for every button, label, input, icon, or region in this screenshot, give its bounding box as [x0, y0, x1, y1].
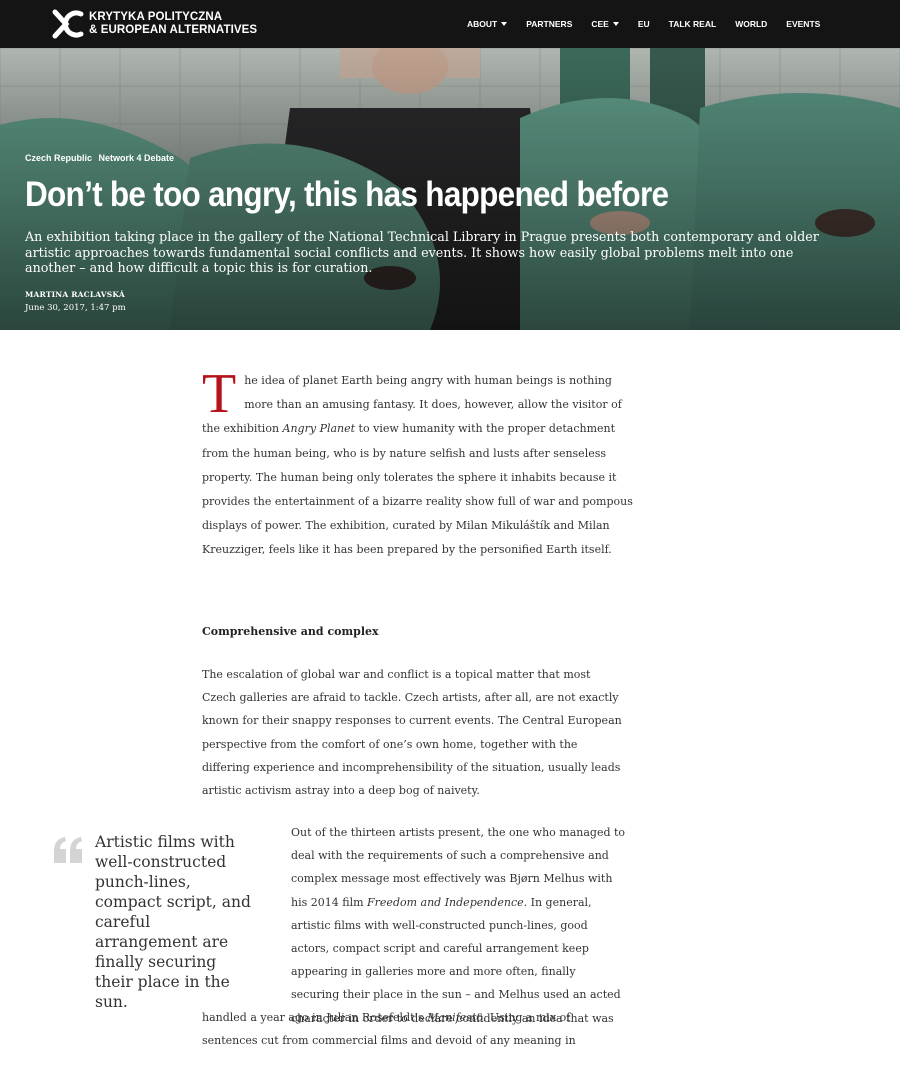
pull-quote: Artistic films with well-constructed pun… [95, 833, 251, 1011]
quote-icon [54, 837, 82, 863]
article-lede: An exhibition taking place in the galler… [25, 229, 819, 275]
nav-talk-real[interactable]: TALK REAL [669, 19, 717, 29]
nav-cee[interactable]: CEE [591, 19, 619, 29]
publish-date: June 30, 2017, 1:47 pm [25, 303, 126, 313]
article-paragraph: The idea of planet Earth being angry wit… [202, 363, 642, 563]
author-name[interactable]: MARTINA RACLAVSKÁ [25, 290, 125, 299]
drop-cap: T [202, 363, 237, 425]
nav-about-label: ABOUT [467, 19, 498, 29]
logo-line-1: KRYTYKA POLITYCZNA [89, 11, 223, 23]
section-heading: Comprehensive and complex [202, 625, 379, 638]
hero-banner: Czech Republic Network 4 Debate Don’t be… [0, 48, 900, 330]
article-tags: Czech Republic Network 4 Debate [25, 153, 178, 163]
nav-eu[interactable]: EU [638, 19, 650, 29]
logo-line-2: & EUROPEAN ALTERNATIVES [89, 24, 258, 36]
nav-partners-label: PARTNERS [526, 19, 573, 29]
nav-world-label: WORLD [735, 19, 768, 29]
top-navigation-bar: KRYTYKA POLITYCZNA & EUROPEAN ALTERNATIV… [0, 0, 900, 48]
tag-network-4-debate[interactable]: Network 4 Debate [99, 153, 175, 163]
paragraph-text: to view humanity with the proper detachm… [202, 422, 633, 557]
article-paragraph: The escalation of global war and conflic… [202, 668, 622, 798]
tag-czech-republic[interactable]: Czech Republic [25, 153, 92, 163]
logo-text: KRYTYKA POLITYCZNA & EUROPEAN ALTERNATIV… [89, 11, 289, 37]
nav-events-label: EVENTS [786, 19, 821, 29]
article-paragraph: Out of the thirteen artists present, the… [291, 821, 626, 1030]
logo-icon [52, 9, 84, 39]
nav-cee-label: CEE [591, 19, 609, 29]
chevron-down-icon [612, 22, 619, 26]
article-paragraph: handled a year ago in Julian Rosefeldt’s… [202, 1006, 622, 1052]
film-title: Freedom and Independence [367, 895, 524, 909]
film-title: Manifesto [427, 1011, 483, 1024]
chevron-down-icon [501, 22, 508, 26]
main-nav: ABOUT PARTNERS CEE EU TALK REAL WORLD EV… [467, 0, 839, 48]
paragraph-text: handled a year ago in Julian Rosefeldt’s [202, 1011, 428, 1024]
nav-eu-label: EU [637, 19, 650, 29]
nav-world[interactable]: WORLD [735, 19, 767, 29]
nav-talk-real-label: TALK REAL [668, 19, 717, 29]
nav-events[interactable]: EVENTS [786, 19, 820, 29]
nav-about[interactable]: ABOUT [467, 19, 508, 29]
exhibition-title: Angry Planet [282, 422, 356, 436]
article-title: Don’t be too angry, this has happened be… [25, 175, 669, 214]
nav-partners[interactable]: PARTNERS [526, 19, 572, 29]
